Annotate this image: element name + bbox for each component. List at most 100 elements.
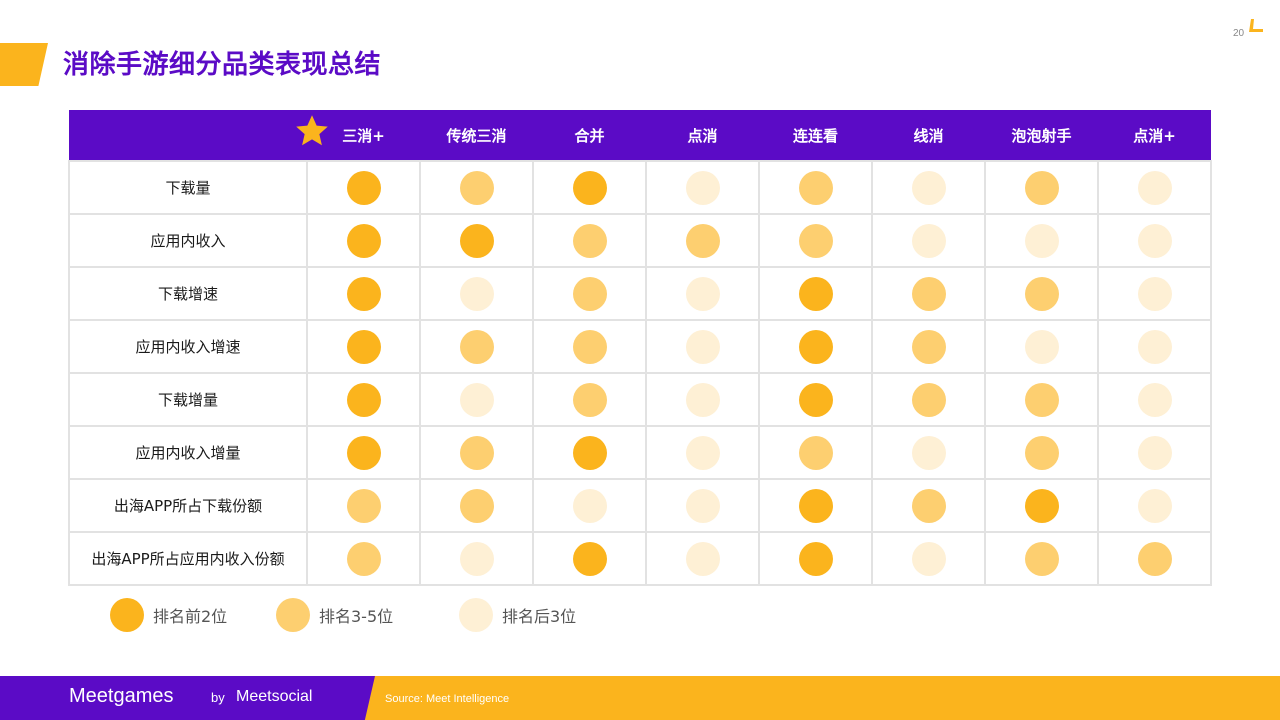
rating-cell — [758, 319, 873, 374]
star-icon — [296, 114, 328, 145]
rating-dot — [1137, 488, 1172, 523]
rating-cell — [1097, 478, 1212, 533]
column-header-label: 合并 — [574, 126, 605, 145]
rating-cell — [1097, 425, 1212, 480]
rating-cell — [306, 266, 421, 321]
table-row: 应用内收入 — [68, 213, 1212, 268]
table-row: 下载增量 — [68, 372, 1212, 427]
rating-dot — [911, 276, 946, 311]
rating-cell — [984, 266, 1099, 321]
rating-dot — [572, 382, 607, 417]
legend-label: 排名3-5位 — [319, 607, 394, 626]
table-row: 下载量 — [68, 160, 1212, 215]
rating-dot — [346, 329, 381, 364]
rating-cell — [306, 372, 421, 427]
rating-cell — [758, 478, 873, 533]
column-header-label: 点消 — [687, 126, 718, 145]
rating-dot — [346, 276, 381, 311]
rating-cell — [1097, 319, 1212, 374]
rating-dot — [346, 223, 381, 258]
rating-dot — [572, 435, 607, 470]
rating-cell — [1097, 213, 1212, 268]
rating-cell — [984, 372, 1099, 427]
rating-cell — [871, 319, 986, 374]
rating-dot — [911, 488, 946, 523]
rating-cell — [532, 478, 647, 533]
rating-cell — [419, 531, 534, 586]
rating-cell — [306, 531, 421, 586]
rating-dot — [459, 488, 494, 523]
legend-label: 排名后3位 — [502, 607, 577, 626]
footer-bar: Meetgames by Meetsocial Source: Meet Int… — [0, 676, 1280, 720]
rating-dot — [1137, 541, 1172, 576]
source-note: Source: Meet Intelligence — [385, 693, 510, 705]
partner-logo: Meetsocial — [236, 688, 313, 705]
brand-by-label: by — [211, 690, 225, 705]
rating-dot — [459, 435, 494, 470]
column-header: 合并 — [533, 110, 646, 161]
rating-cell — [419, 213, 534, 268]
rating-dot — [1024, 223, 1059, 258]
row-label: 出海APP所占应用内收入份额 — [68, 531, 308, 586]
row-label: 出海APP所占下载份额 — [68, 478, 308, 533]
rating-cell — [758, 372, 873, 427]
rating-cell — [532, 531, 647, 586]
rating-cell — [758, 531, 873, 586]
rating-dot — [459, 170, 494, 205]
column-header: 三消+ — [296, 110, 420, 161]
rating-cell — [645, 531, 760, 586]
rating-dot — [459, 276, 494, 311]
row-label: 下载增速 — [68, 266, 308, 321]
legend-item: 排名3-5位 — [276, 598, 393, 632]
rating-cell — [984, 160, 1099, 215]
rating-dot — [346, 488, 381, 523]
rating-dot — [798, 541, 833, 576]
legend-dot — [276, 598, 310, 632]
rating-dot — [911, 382, 946, 417]
page-title: 消除手游细分品类表现总结 — [63, 50, 382, 80]
rating-cell — [532, 319, 647, 374]
column-header: 线消 — [872, 110, 985, 161]
column-header-label: 泡泡射手 — [1011, 126, 1072, 145]
rating-dot — [346, 435, 381, 470]
rating-dot — [459, 223, 494, 258]
rating-dot — [685, 170, 720, 205]
rating-dot — [1024, 541, 1059, 576]
rating-cell — [306, 213, 421, 268]
rating-dot — [911, 541, 946, 576]
rating-dot — [798, 223, 833, 258]
rating-dot — [459, 329, 494, 364]
rating-dot — [798, 329, 833, 364]
rating-dot — [459, 541, 494, 576]
rating-cell — [1097, 160, 1212, 215]
rating-cell — [532, 266, 647, 321]
rating-cell — [532, 372, 647, 427]
rating-dot — [1024, 382, 1059, 417]
column-header: 点消+ — [1098, 110, 1211, 161]
title-accent-tab — [0, 43, 48, 86]
rating-dot — [685, 223, 720, 258]
legend-dot — [110, 598, 144, 632]
rating-cell — [984, 531, 1099, 586]
rating-dot — [911, 435, 946, 470]
column-header-label: 连连看 — [792, 126, 838, 145]
legend-dot — [459, 598, 493, 632]
table-row: 出海APP所占下载份额 — [68, 478, 1212, 533]
rating-dot — [459, 382, 494, 417]
rating-cell — [1097, 531, 1212, 586]
rating-cell — [871, 478, 986, 533]
rating-cell — [532, 425, 647, 480]
rating-dot — [1024, 329, 1059, 364]
rating-dot — [1137, 329, 1172, 364]
table-row: 应用内收入增量 — [68, 425, 1212, 480]
rating-dot — [572, 170, 607, 205]
legend-item: 排名前2位 — [110, 598, 227, 632]
rating-cell — [306, 425, 421, 480]
table-row: 应用内收入增速 — [68, 319, 1212, 374]
rating-cell — [645, 266, 760, 321]
rating-dot — [572, 541, 607, 576]
column-header: 点消 — [646, 110, 759, 161]
rating-dot — [911, 223, 946, 258]
rating-cell — [419, 425, 534, 480]
table-row: 下载增速 — [68, 266, 1212, 321]
